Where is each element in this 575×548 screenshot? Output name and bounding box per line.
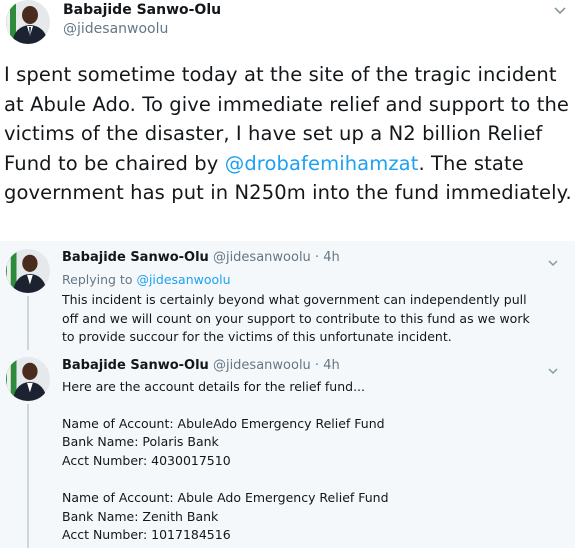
avatar[interactable] xyxy=(5,356,51,402)
reply-author-name[interactable]: Babajide Sanwo-Olu xyxy=(62,358,209,373)
chevron-down-icon[interactable] xyxy=(547,253,559,267)
chevron-down-icon[interactable] xyxy=(553,2,567,15)
main-avatar[interactable] xyxy=(4,0,52,44)
reply-text-line: This incident is certainly beyond what g… xyxy=(62,292,527,307)
mention-link[interactable]: @drobafemihamzat xyxy=(225,152,419,175)
reply-text-line: Here are the account details for the rel… xyxy=(62,379,365,394)
reply-text-line: Bank Name: Polaris Bank xyxy=(62,434,219,449)
thread-line xyxy=(27,404,29,548)
reply-meta[interactable]: @jidesanwoolu · 4h xyxy=(213,250,340,265)
reply-meta[interactable]: @jidesanwoolu · 4h xyxy=(213,358,340,373)
reply-text-line: Bank Name: Zenith Bank xyxy=(62,509,219,524)
replying-to-prefix: Replying to xyxy=(62,272,137,287)
chevron-down-icon[interactable] xyxy=(547,361,559,375)
reply-text-line: off and we will count on your support to… xyxy=(62,311,530,326)
reply-text-line: Name of Account: AbuleAdo Emergency Reli… xyxy=(62,416,385,431)
author-name[interactable]: Babajide Sanwo-Olu xyxy=(63,2,221,18)
reply-header: Babajide Sanwo-Olu @jidesanwoolu · 4h xyxy=(62,250,340,265)
reply-header: Babajide Sanwo-Olu @jidesanwoolu · 4h xyxy=(62,358,340,373)
replying-to-link[interactable]: @jidesanwoolu xyxy=(136,272,230,287)
replying-to: Replying to @jidesanwoolu xyxy=(62,272,231,287)
tweet-text: I spent sometime today at the site of th… xyxy=(4,60,574,208)
author-handle[interactable]: @jidesanwoolu xyxy=(63,21,168,37)
reply-text-line: Name of Account: Abule Ado Emergency Rel… xyxy=(62,490,389,505)
reply-text-line: Acct Number: 1017184516 xyxy=(62,527,231,542)
avatar[interactable] xyxy=(5,248,51,294)
reply-text-line: Acct Number: 4030017510 xyxy=(62,453,231,468)
reply-author-name[interactable]: Babajide Sanwo-Olu xyxy=(62,250,209,265)
thread-line xyxy=(27,296,29,350)
reply-text-line: to provide succour for the victims of th… xyxy=(62,329,452,344)
